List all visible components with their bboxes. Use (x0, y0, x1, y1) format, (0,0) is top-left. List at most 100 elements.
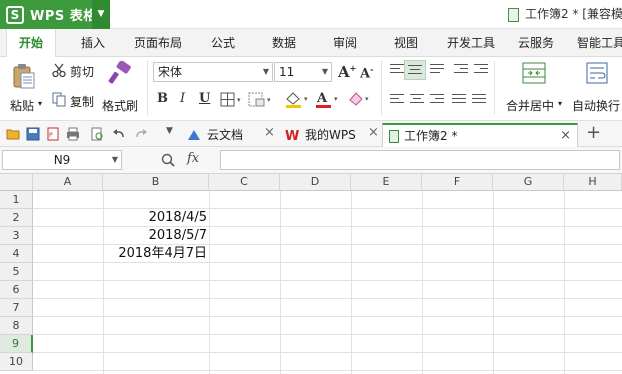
cut-button[interactable]: 剪切 (50, 61, 100, 81)
underline-button[interactable]: U (199, 91, 210, 106)
italic-button[interactable]: I (180, 91, 185, 106)
font-name-select[interactable]: 宋体 ▼ (153, 62, 273, 82)
window-title: 工作簿2 * [兼容模 (508, 0, 622, 29)
justify-icon[interactable] (452, 94, 466, 106)
row-header[interactable]: 5 (0, 263, 33, 281)
row-header[interactable]: 1 (0, 191, 33, 209)
paste-button[interactable]: 粘贴 ▾ (6, 61, 44, 117)
font-color-icon[interactable]: A ▾ (314, 90, 342, 108)
align-bottom-icon[interactable] (430, 64, 444, 76)
ribbon-tab-bar: 开始 插入 页面布局 公式 数据 审阅 视图 开发工具 云服务 智能工具 (0, 29, 622, 58)
doc-tab-my-wps[interactable]: W 我的WPS (285, 123, 356, 147)
tab-cloud-service[interactable]: 云服务 (518, 29, 554, 57)
row-header-selected[interactable]: 9 (0, 335, 33, 353)
clear-format-icon[interactable]: ▾ (346, 90, 374, 108)
app-menu-button[interactable]: S WPS 表格 ▼ (0, 0, 110, 29)
ribbon-separator (494, 61, 495, 115)
bold-button[interactable]: B (157, 91, 168, 106)
row-header[interactable]: 8 (0, 317, 33, 335)
paste-dropdown-icon[interactable]: ▾ (38, 99, 42, 108)
tab-home[interactable]: 开始 (6, 29, 56, 58)
cell-b2[interactable]: 2018/4/5 (103, 209, 209, 227)
export-pdf-icon[interactable]: P (46, 127, 60, 141)
increase-font-size-button[interactable]: A+ (338, 63, 356, 81)
tab-data[interactable]: 数据 (272, 29, 296, 57)
format-painter-button[interactable]: 格式刷 (100, 61, 142, 117)
decrease-font-size-button[interactable]: A- (360, 64, 373, 81)
font-size-select[interactable]: 11 ▼ (274, 62, 332, 82)
row-header[interactable]: 6 (0, 281, 33, 299)
column-header[interactable]: H (564, 174, 622, 191)
distributed-icon[interactable] (472, 94, 486, 106)
fill-color-icon[interactable]: ▾ (284, 90, 312, 108)
insert-function-icon[interactable]: fx (187, 151, 199, 166)
wrap-text-button[interactable]: 自动换行 (568, 61, 622, 117)
formula-input[interactable] (220, 150, 620, 170)
undo-icon[interactable] (112, 127, 126, 141)
align-left-icon[interactable] (390, 94, 404, 106)
column-header[interactable]: E (351, 174, 422, 191)
row-header[interactable]: 2 (0, 209, 33, 227)
select-all-corner[interactable] (0, 174, 33, 191)
svg-text:▾: ▾ (267, 96, 271, 104)
save-icon[interactable] (26, 127, 40, 141)
wps-logo-icon: S (6, 5, 24, 24)
row-header[interactable]: 3 (0, 227, 33, 245)
close-icon[interactable]: × (368, 125, 379, 140)
row-header[interactable]: 4 (0, 245, 33, 263)
tab-developer[interactable]: 开发工具 (447, 29, 495, 57)
increase-indent-icon[interactable] (474, 64, 488, 76)
row-header[interactable]: 7 (0, 299, 33, 317)
align-right-icon[interactable] (430, 94, 444, 106)
zoom-search-icon[interactable] (161, 153, 175, 167)
spreadsheet-grid[interactable]: A B C D E F G H 1 2 3 4 5 6 7 8 9 10 201… (0, 174, 622, 374)
cut-label: 剪切 (70, 65, 95, 79)
wps-w-icon: W (285, 129, 299, 142)
redo-icon[interactable] (134, 127, 148, 141)
column-header[interactable]: B (103, 174, 209, 191)
merge-dropdown-icon[interactable]: ▾ (558, 99, 562, 108)
new-tab-icon[interactable]: + (586, 122, 601, 143)
merge-center-label: 合并居中 (506, 99, 555, 113)
svg-text:P: P (49, 132, 53, 139)
print-icon[interactable] (66, 127, 80, 141)
align-top-icon[interactable] (390, 64, 404, 76)
tab-review[interactable]: 审阅 (333, 29, 357, 57)
copy-icon (52, 92, 66, 107)
spreadsheet-icon (389, 129, 399, 143)
merge-center-button[interactable]: 合并居中 ▾ (500, 61, 566, 117)
cell-style-icon[interactable]: ▾ (248, 92, 276, 107)
copy-button[interactable]: 复制 (50, 90, 100, 110)
column-header[interactable]: D (280, 174, 351, 191)
close-icon[interactable]: × (560, 125, 571, 147)
tab-smart-tools[interactable]: 智能工具 (577, 29, 622, 57)
ribbon-separator (147, 61, 148, 115)
column-header[interactable]: F (422, 174, 493, 191)
customize-toolbar-icon[interactable]: ▼ (166, 126, 173, 136)
svg-text:▾: ▾ (304, 95, 308, 103)
print-preview-icon[interactable] (90, 127, 104, 141)
decrease-indent-icon[interactable] (454, 64, 468, 76)
column-header[interactable]: G (493, 174, 564, 191)
row-header[interactable]: 10 (0, 353, 33, 371)
app-menu-dropdown-icon[interactable]: ▼ (92, 0, 110, 29)
close-icon[interactable]: × (264, 125, 275, 140)
cell-b3[interactable]: 2018/5/7 (103, 227, 209, 245)
borders-icon[interactable]: ▾ (220, 92, 244, 107)
tab-insert[interactable]: 插入 (81, 29, 105, 57)
column-header[interactable]: C (209, 174, 280, 191)
tab-formulas[interactable]: 公式 (211, 29, 235, 57)
doc-tab-cloud[interactable]: 云文档 (186, 123, 243, 147)
gridline (422, 191, 423, 374)
column-header[interactable]: A (33, 174, 103, 191)
cell-b4[interactable]: 2018年4月7日 (103, 245, 209, 263)
tab-view[interactable]: 视图 (394, 29, 418, 57)
open-folder-icon[interactable] (6, 127, 20, 141)
doc-tab-workbook2[interactable]: 工作簿2 * × (382, 123, 578, 147)
align-middle-button[interactable] (404, 60, 426, 80)
name-box-value: N9 (53, 153, 71, 167)
name-box[interactable]: N9 ▼ (2, 150, 122, 170)
tab-page-layout[interactable]: 页面布局 (134, 29, 182, 57)
gridline (33, 352, 622, 353)
align-center-icon[interactable] (410, 94, 424, 106)
